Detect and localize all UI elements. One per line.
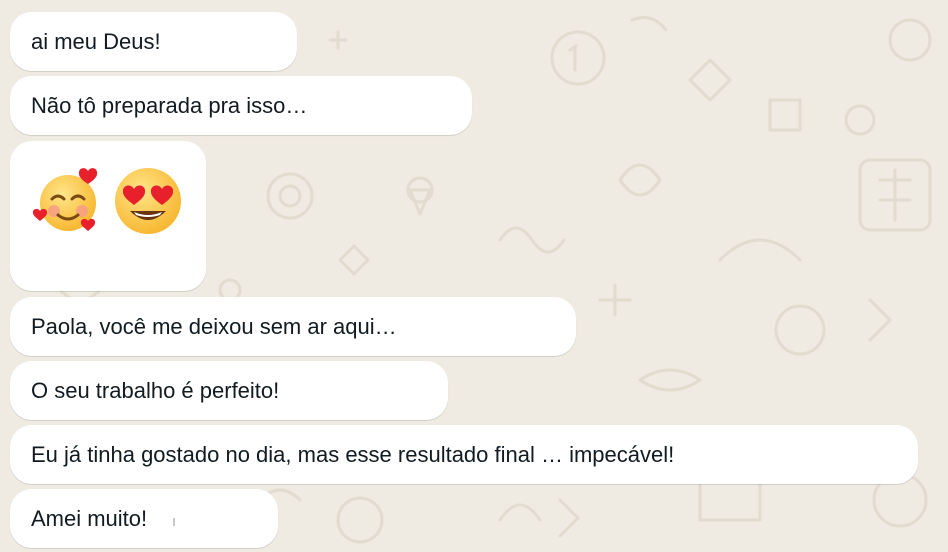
smiling-face-with-hearts-icon bbox=[32, 168, 98, 231]
emoji-message-bubble[interactable] bbox=[10, 141, 206, 291]
message-meta-mark bbox=[173, 517, 176, 526]
message-text: Não tô preparada pra isso… bbox=[31, 92, 308, 118]
message-bubble[interactable]: Paola, você me deixou sem ar aqui… bbox=[10, 297, 576, 356]
message-text: ai meu Deus! bbox=[31, 28, 161, 54]
message-text: O seu trabalho é perfeito! bbox=[31, 377, 280, 403]
message-bubble[interactable]: O seu trabalho é perfeito! bbox=[10, 361, 448, 420]
message-bubble[interactable]: ai meu Deus! bbox=[10, 12, 297, 71]
message-bubble[interactable]: Amei muito! bbox=[10, 489, 278, 548]
message-text: Paola, você me deixou sem ar aqui… bbox=[31, 313, 397, 339]
message-text: Eu já tinha gostado no dia, mas esse res… bbox=[31, 441, 675, 467]
message-text: Amei muito! bbox=[31, 505, 148, 531]
smiling-face-with-heart-eyes-icon bbox=[115, 168, 181, 234]
message-bubble[interactable]: Não tô preparada pra isso… bbox=[10, 76, 472, 135]
message-bubble[interactable]: Eu já tinha gostado no dia, mas esse res… bbox=[10, 425, 918, 484]
